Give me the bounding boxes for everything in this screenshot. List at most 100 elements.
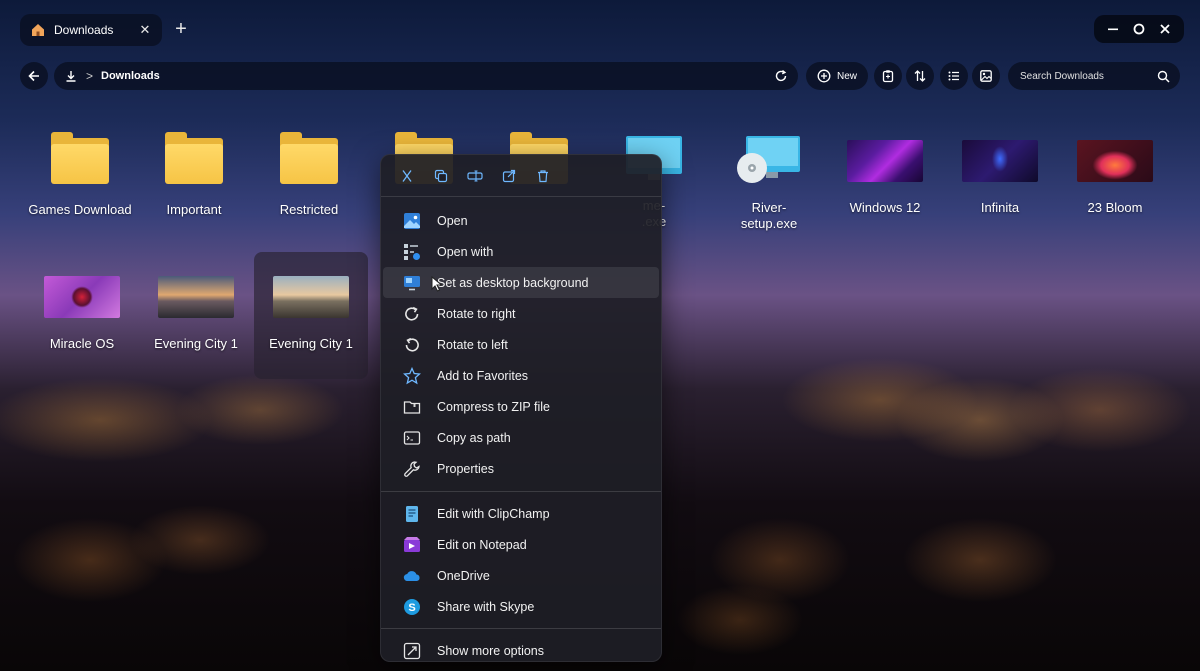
menu-item-open-with[interactable]: Open with: [383, 236, 659, 267]
context-menu: Open Open with Set as desktop background…: [380, 154, 662, 662]
breadcrumb-separator: >: [86, 69, 94, 83]
rotate-left-icon: [403, 336, 421, 354]
menu-divider: [381, 491, 661, 492]
image-thumbnail: [44, 276, 120, 318]
menu-item-label: Open with: [437, 244, 494, 259]
tab-title: Downloads: [54, 23, 114, 37]
share-icon[interactable]: [499, 166, 519, 186]
file-item[interactable]: Important: [137, 132, 251, 218]
tab-downloads[interactable]: Downloads ✕: [20, 14, 162, 46]
folder-icon: [280, 132, 338, 184]
folder-icon: [165, 132, 223, 184]
home-icon: [30, 22, 46, 38]
image-thumbnail: [273, 276, 349, 318]
menu-item-onedrive[interactable]: OneDrive: [383, 560, 659, 591]
menu-item-set-desktop-background[interactable]: Set as desktop background: [383, 267, 659, 298]
svg-text:S: S: [408, 602, 415, 614]
menu-item-properties[interactable]: Properties: [383, 453, 659, 484]
menu-item-label: Compress to ZIP file: [437, 399, 551, 414]
close-tab-icon[interactable]: ✕: [138, 22, 152, 38]
menu-divider: [381, 628, 661, 629]
open-with-icon: [403, 243, 421, 261]
copy-path-icon: [403, 429, 421, 447]
menu-item-label: Edit with ClipChamp: [437, 506, 550, 521]
file-name: River- setup.exe: [740, 200, 798, 231]
file-name: Restricted: [279, 202, 339, 217]
file-name: Windows 12: [849, 200, 921, 215]
menu-item-compress-zip[interactable]: Compress to ZIP file: [383, 391, 659, 422]
image-thumbnail: [847, 140, 923, 182]
menu-item-edit-notepad[interactable]: Edit on Notepad: [383, 529, 659, 560]
minimize-icon[interactable]: [1104, 20, 1122, 38]
menu-item-label: Set as desktop background: [437, 275, 589, 290]
preview-button[interactable]: [972, 62, 1000, 90]
file-item[interactable]: River- setup.exe: [712, 134, 826, 232]
file-item-selected[interactable]: Evening City 1: [254, 252, 368, 379]
menu-item-show-more-options[interactable]: Show more options: [383, 635, 659, 666]
search-input[interactable]: [1020, 70, 1157, 82]
rename-icon[interactable]: [465, 166, 485, 186]
file-name: Games Download: [28, 202, 132, 217]
menu-item-label: Rotate to right: [437, 306, 516, 321]
menu-item-label: Add to Favorites: [437, 368, 529, 383]
menu-item-add-to-favorites[interactable]: Add to Favorites: [383, 360, 659, 391]
sort-button[interactable]: [906, 62, 934, 90]
mouse-cursor-icon: [431, 276, 443, 292]
file-name: Miracle OS: [49, 336, 115, 351]
view-button[interactable]: [940, 62, 968, 90]
maximize-icon[interactable]: [1130, 20, 1148, 38]
file-item[interactable]: Infinita: [943, 134, 1057, 216]
download-icon: [66, 71, 76, 82]
new-tab-button[interactable]: +: [170, 18, 192, 42]
menu-item-rotate-left[interactable]: Rotate to left: [383, 329, 659, 360]
file-item[interactable]: Evening City 1: [139, 270, 253, 352]
quick-actions-bar: [381, 155, 661, 197]
menu-item-share-skype[interactable]: S Share with Skype: [383, 591, 659, 622]
file-name: Infinita: [980, 200, 1020, 215]
new-button[interactable]: New: [806, 62, 868, 90]
image-thumbnail: [1077, 140, 1153, 182]
folder-icon: [51, 132, 109, 184]
installer-icon: [737, 136, 800, 183]
copy-icon[interactable]: [431, 166, 451, 186]
zip-folder-icon: [403, 398, 421, 416]
notepad-icon: [403, 536, 421, 554]
file-item[interactable]: Windows 12: [828, 134, 942, 216]
menu-item-label: Properties: [437, 461, 494, 476]
menu-item-label: Share with Skype: [437, 599, 535, 614]
breadcrumb-downloads[interactable]: Downloads: [101, 70, 766, 82]
file-item[interactable]: Miracle OS: [25, 270, 139, 352]
file-item[interactable]: Games Download: [23, 132, 137, 218]
picture-icon: [980, 70, 992, 82]
menu-item-open[interactable]: Open: [383, 205, 659, 236]
menu-item-label: OneDrive: [437, 568, 490, 583]
cut-icon[interactable]: [397, 166, 417, 186]
menu-item-rotate-right[interactable]: Rotate to right: [383, 298, 659, 329]
back-button[interactable]: [20, 62, 48, 90]
clipboard-icon: [882, 70, 894, 83]
arrow-left-icon: [28, 70, 39, 82]
menu-item-copy-as-path[interactable]: Copy as path: [383, 422, 659, 453]
image-icon: [403, 212, 421, 230]
file-item[interactable]: 23 Bloom: [1058, 134, 1172, 216]
address-bar[interactable]: > Downloads: [54, 62, 798, 90]
search-icon[interactable]: [1157, 70, 1170, 83]
sort-icon: [914, 70, 926, 82]
delete-icon[interactable]: [533, 166, 553, 186]
rotate-right-icon: [403, 305, 421, 323]
search-box[interactable]: [1008, 62, 1180, 90]
image-thumbnail: [158, 276, 234, 318]
new-button-label: New: [836, 70, 857, 82]
file-name: Evening City 1: [154, 336, 238, 351]
image-thumbnail: [962, 140, 1038, 182]
paste-button[interactable]: [874, 62, 902, 90]
menu-item-label: Open: [437, 213, 468, 228]
menu-item-label: Edit on Notepad: [437, 537, 527, 552]
refresh-icon[interactable]: [774, 69, 788, 83]
plus-circle-icon: [817, 69, 831, 83]
file-item[interactable]: Restricted: [252, 132, 366, 218]
close-window-icon[interactable]: [1156, 20, 1174, 38]
file-name: Important: [166, 202, 222, 217]
menu-item-edit-clipchamp[interactable]: Edit with ClipChamp: [383, 498, 659, 529]
skype-icon: S: [403, 598, 421, 616]
